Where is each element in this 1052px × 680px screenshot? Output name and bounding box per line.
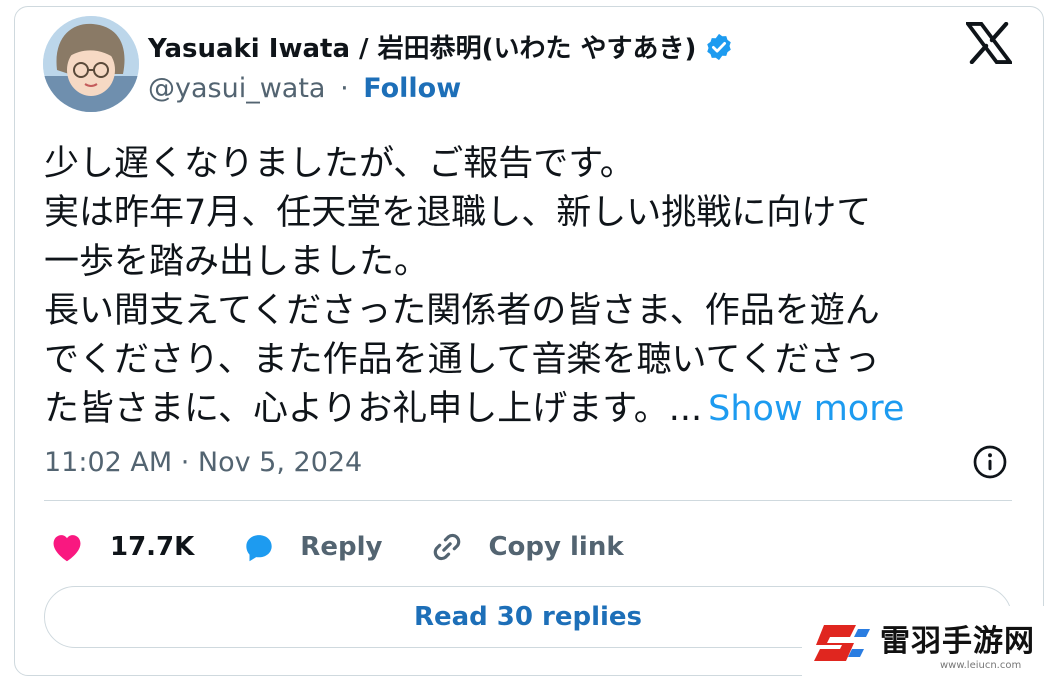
watermark: 雷羽手游网 www.leiucn.com xyxy=(802,606,1052,680)
follow-button[interactable]: Follow xyxy=(363,73,461,104)
divider xyxy=(44,500,1012,501)
action-bar: 17.7K Reply Copy link xyxy=(48,524,670,570)
show-more-link[interactable]: Show more xyxy=(708,389,904,429)
post-line: 一歩を踏み出しました。 xyxy=(44,242,430,282)
post-line-last: た皆さまに、心よりお礼申し上げます。... Show more xyxy=(44,385,1004,434)
heart-icon xyxy=(53,535,81,562)
post-line: 実は昨年7月、任天堂を退職し、新しい挑戦に向けて xyxy=(44,193,872,233)
copy-link-button[interactable]: Copy link xyxy=(428,528,624,566)
post-text: 少し遅くなりましたが、ご報告です。 実は昨年7月、任天堂を退職し、新しい挑戦に向… xyxy=(44,140,1004,434)
link-icon xyxy=(434,533,461,561)
post-timestamp[interactable]: 11:02 AM · Nov 5, 2024 xyxy=(44,447,362,478)
info-icon[interactable] xyxy=(972,444,1008,480)
post-line: た皆さまに、心よりお礼申し上げます。... xyxy=(44,389,703,429)
author-handle[interactable]: @yasui_wata xyxy=(148,73,325,104)
reply-label: Reply xyxy=(300,532,383,562)
verified-badge-icon xyxy=(707,33,732,60)
reply-button[interactable]: Reply xyxy=(240,528,382,566)
like-button[interactable]: 17.7K xyxy=(48,528,194,566)
watermark-url: www.leiucn.com xyxy=(940,659,1022,671)
post-line: 長い間支えてくださった関係者の皆さま、作品を遊ん xyxy=(44,291,880,331)
post-line: でくださり、また作品を通して音楽を聴いてくださっ xyxy=(44,340,880,380)
watermark-logo-icon xyxy=(814,625,870,661)
avatar[interactable] xyxy=(43,16,139,112)
copy-link-label: Copy link xyxy=(488,532,624,562)
post-line: 少し遅くなりましたが、ご報告です。 xyxy=(44,144,635,184)
author-name[interactable]: Yasuaki Iwata / 岩田恭明(いわた やすあき) xyxy=(148,28,696,65)
handle-separator: · xyxy=(340,73,349,104)
watermark-title: 雷羽手游网 xyxy=(880,623,1035,659)
reply-bubble-icon xyxy=(246,535,272,562)
like-count: 17.7K xyxy=(110,532,195,562)
x-logo-icon[interactable] xyxy=(966,22,1012,64)
